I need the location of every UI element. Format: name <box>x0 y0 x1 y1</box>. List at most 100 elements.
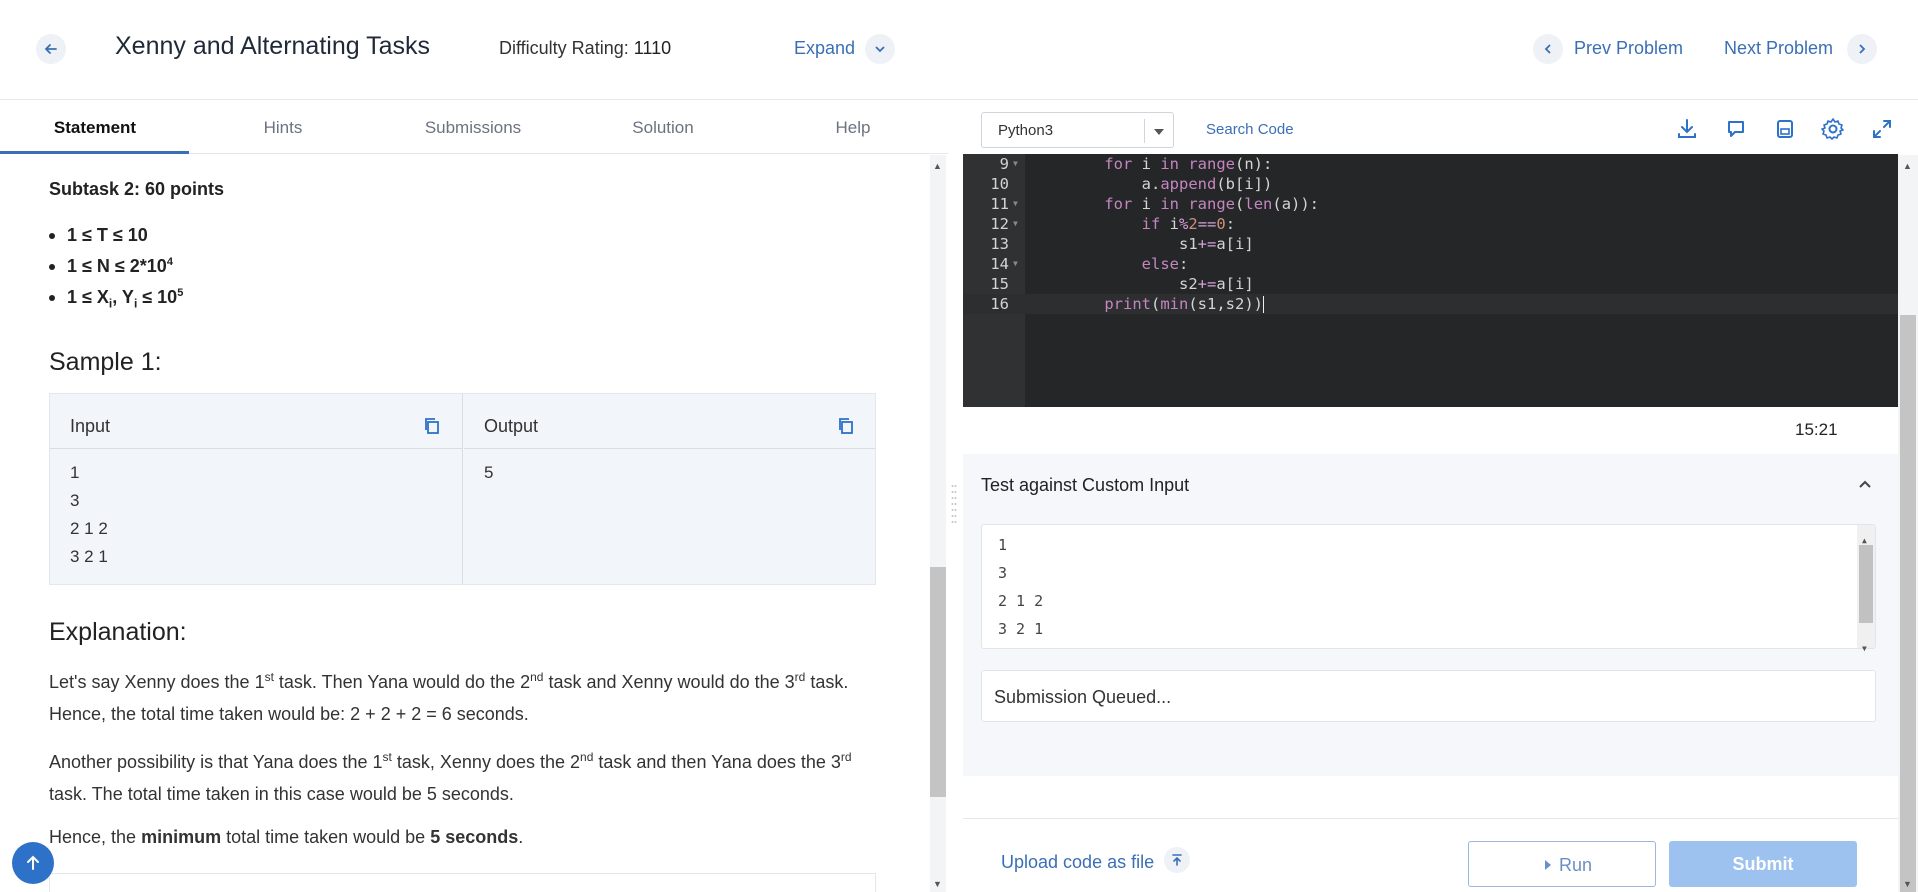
fullscreen-icon[interactable] <box>1869 116 1895 142</box>
prev-problem-icon-button[interactable] <box>1533 34 1563 64</box>
gear-icon[interactable] <box>1820 116 1846 142</box>
language-value: Python3 <box>998 122 1054 139</box>
code-text: for i in range(n): <box>1104 155 1273 173</box>
scroll-thumb[interactable] <box>930 567 946 797</box>
chevron-down-icon <box>875 46 885 53</box>
scroll-down-arrow-icon[interactable]: ▼ <box>933 879 942 889</box>
drag-handle-icon[interactable] <box>951 482 957 526</box>
back-button[interactable] <box>36 34 66 64</box>
scroll-up-arrow-icon[interactable]: ▲ <box>1903 161 1912 171</box>
save-icon[interactable] <box>1772 116 1798 142</box>
statement-scrollbar[interactable]: ▲ ▼ <box>930 155 946 892</box>
constraints-list: 1 ≤ T ≤ 10 1 ≤ N ≤ 2*104 1 ≤ Xi, Yi ≤ 10… <box>49 225 183 318</box>
line-number: 10 <box>990 175 1009 193</box>
code-text: print(min(s1,s2)) <box>1104 295 1264 313</box>
fold-arrow-icon[interactable]: ▼ <box>1013 159 1018 168</box>
scroll-down-arrow-icon[interactable]: ▼ <box>1862 635 1867 663</box>
comment-icon[interactable] <box>1723 116 1749 142</box>
difficulty-value: 1110 <box>633 38 672 58</box>
run-label: Run <box>1559 855 1593 875</box>
select-divider <box>1144 119 1145 143</box>
line-number: 11 <box>990 195 1009 213</box>
scroll-thumb[interactable] <box>1859 545 1873 623</box>
custom-input-line: 3 <box>998 564 1008 582</box>
tab-help[interactable]: Help <box>758 118 948 138</box>
code-text: s2+=a[i] <box>1067 275 1254 293</box>
next-section-box <box>49 873 876 892</box>
sample-output-label: Output <box>484 416 539 436</box>
code-text: else: <box>1141 255 1189 273</box>
fold-arrow-icon[interactable]: ▼ <box>1013 219 1018 228</box>
problem-tabs: Statement Hints Submissions Solution Hel… <box>0 102 948 154</box>
copy-icon[interactable] <box>422 416 442 436</box>
submission-status-text: Submission Queued... <box>994 687 1172 707</box>
upload-button[interactable] <box>1164 847 1190 873</box>
line-number: 12 <box>990 215 1009 233</box>
text-cursor <box>1263 296 1264 313</box>
explanation-paragraph: Hence, the minimum total time taken woul… <box>49 827 524 847</box>
subtask-heading: Subtask 2: 60 points <box>49 179 225 199</box>
tab-hints[interactable]: Hints <box>188 118 378 138</box>
constraint-t: 1 ≤ T ≤ 10 <box>49 225 183 256</box>
code-line: 11 ▼ for i in range(len(a)): <box>963 194 1898 214</box>
prev-problem-link[interactable]: Prev Problem <box>1574 38 1683 59</box>
custom-input-line: 1 <box>998 536 1008 554</box>
copy-icon[interactable] <box>836 416 856 436</box>
run-button[interactable]: Run <box>1468 841 1656 887</box>
scroll-to-top-button[interactable] <box>12 842 54 884</box>
sample-output-body: 5 <box>464 449 876 497</box>
next-problem-link[interactable]: Next Problem <box>1724 38 1833 59</box>
chevron-up-icon[interactable] <box>1857 476 1873 492</box>
expand-toggle[interactable] <box>865 34 895 64</box>
code-editor[interactable]: 9 ▼ for i in range(n): 10 a.append(b[i]) … <box>963 154 1898 407</box>
fold-arrow-icon[interactable]: ▼ <box>1013 259 1018 268</box>
code-line: 15 s2+=a[i] <box>963 274 1898 294</box>
custom-input-header[interactable]: Test against Custom Input <box>963 454 1898 516</box>
explanation-paragraph: Another possibility is that Yana does th… <box>49 750 852 804</box>
upload-code-link[interactable]: Upload code as file <box>1001 852 1154 873</box>
line-number: 9 <box>999 155 1009 173</box>
code-line: 12 ▼ if i%2==0: <box>963 214 1898 234</box>
custom-input-line: 2 1 2 <box>998 592 1044 610</box>
expand-button[interactable]: Expand <box>794 38 855 59</box>
explanation-heading: Explanation: <box>49 618 187 646</box>
tab-submissions[interactable]: Submissions <box>378 118 568 138</box>
tab-solution[interactable]: Solution <box>568 118 758 138</box>
caret-down-icon <box>1154 129 1164 135</box>
difficulty-rating: Difficulty Rating: 1110 <box>499 38 671 59</box>
explanation-paragraph: Let's say Xenny does the 1st task. Then … <box>49 670 849 724</box>
constraint-n: 1 ≤ N ≤ 2*104 <box>49 256 183 287</box>
scroll-thumb[interactable] <box>1900 315 1916 892</box>
fold-arrow-icon[interactable]: ▼ <box>1013 199 1018 208</box>
chevron-left-icon <box>1544 44 1551 54</box>
submission-status: Submission Queued... <box>981 670 1876 722</box>
statement-pane: Subtask 2: 60 points 1 ≤ T ≤ 10 1 ≤ N ≤ … <box>0 155 930 892</box>
editor-pane-scrollbar[interactable]: ▲ ▼ <box>1898 155 1918 892</box>
custom-input-field[interactable]: 1 3 2 1 2 3 2 1 ▲ ▼ <box>981 524 1876 653</box>
sample-input: Input 1 3 2 1 2 3 2 1 <box>50 394 463 584</box>
tab-statement[interactable]: Statement <box>0 118 190 138</box>
next-problem-icon-button[interactable] <box>1847 34 1877 64</box>
download-icon[interactable] <box>1674 116 1700 142</box>
moon-icon[interactable] <box>720 34 744 58</box>
expand-label: Expand <box>794 38 856 58</box>
top-bar: Xenny and Alternating Tasks Difficulty R… <box>0 0 1918 100</box>
editor-pane: Python3 Search Code 9 ▼ for i in range(n)… <box>963 102 1918 892</box>
language-select[interactable]: Python3 <box>981 112 1174 148</box>
submit-button[interactable]: Submit <box>1669 841 1857 887</box>
line-number: 14 <box>990 255 1009 273</box>
scroll-up-arrow-icon[interactable]: ▲ <box>933 161 942 171</box>
sample-input-line: 3 2 1 <box>70 547 108 566</box>
search-code-link[interactable]: Search Code <box>1206 121 1294 138</box>
custom-input-heading: Test against Custom Input <box>981 475 1190 495</box>
sample-input-line: 2 1 2 <box>70 519 108 538</box>
sample-input-line: 3 <box>70 491 80 510</box>
arrow-up-icon <box>27 855 39 870</box>
scroll-down-arrow-icon[interactable]: ▼ <box>1903 879 1912 889</box>
difficulty-label: Difficulty Rating: <box>499 38 629 58</box>
custom-input-line: 3 2 1 <box>998 620 1044 638</box>
sample-output: Output 5 <box>464 394 876 584</box>
code-text: s1+=a[i] <box>1067 235 1254 253</box>
sample-output-line: 5 <box>484 463 494 482</box>
custom-input-scrollbar[interactable]: ▲ ▼ <box>1857 525 1875 653</box>
